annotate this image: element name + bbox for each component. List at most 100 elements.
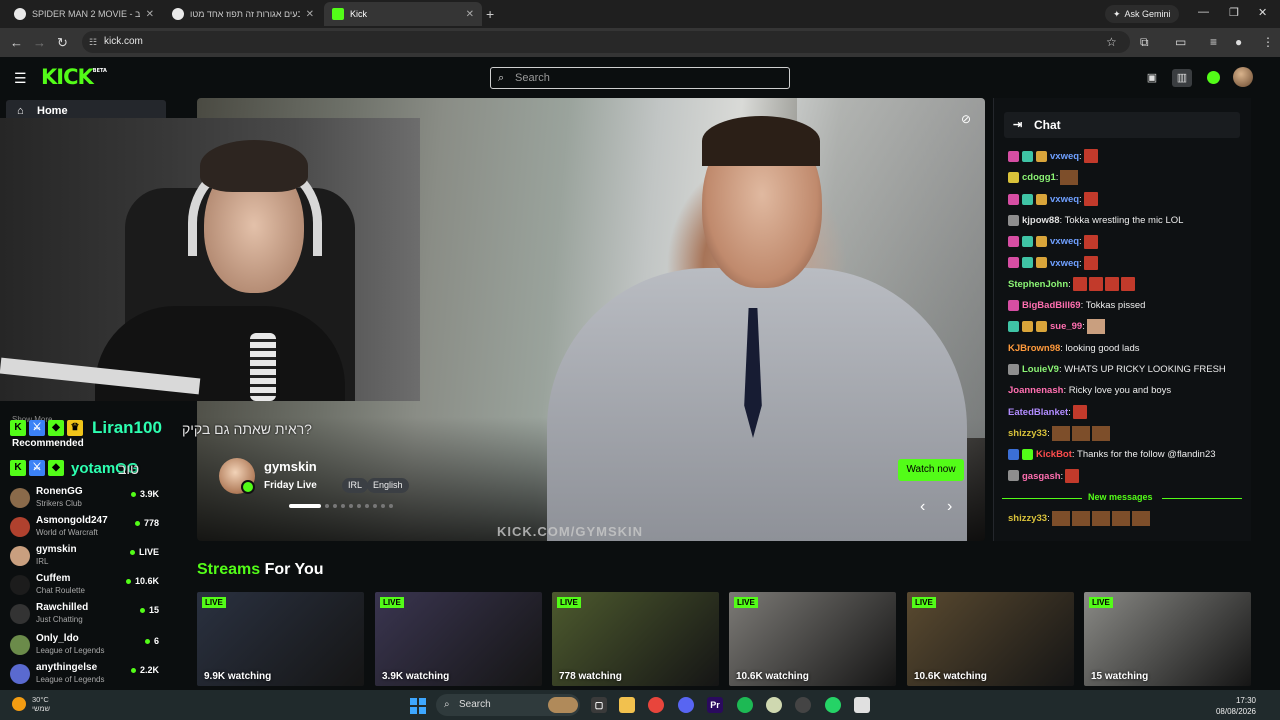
close-tab-icon[interactable]: ✕ bbox=[146, 9, 154, 20]
carousel-prev-icon[interactable]: ‹ bbox=[920, 498, 925, 516]
kick-coin-icon[interactable] bbox=[1207, 71, 1220, 84]
chat-username[interactable]: StephenJohn bbox=[1008, 279, 1068, 290]
browser-tab[interactable]: SPIDER MAN 2 MOVIE - חיפוש ב ✕ bbox=[6, 2, 162, 26]
stream-thumbnail[interactable]: LIVE 778 watching bbox=[552, 592, 719, 686]
chat-message[interactable]: shizzy33: bbox=[1008, 425, 1110, 442]
chat-message[interactable]: vxweq: bbox=[1008, 234, 1098, 250]
chat-username[interactable]: vxweq bbox=[1050, 258, 1079, 269]
clip-icon[interactable]: ▣ bbox=[1142, 69, 1162, 87]
minimize-icon[interactable]: — bbox=[1198, 6, 1209, 18]
chat-username[interactable]: EatedBlanket bbox=[1008, 407, 1068, 418]
discord-icon[interactable] bbox=[678, 697, 694, 713]
tag-english[interactable]: English bbox=[367, 478, 409, 493]
carousel-dot[interactable] bbox=[381, 504, 385, 508]
hamburger-menu-icon[interactable]: ☰ bbox=[14, 70, 27, 87]
close-window-icon[interactable]: ✕ bbox=[1258, 6, 1267, 19]
spotify-icon[interactable] bbox=[737, 697, 753, 713]
search-input[interactable]: ⌕ Search bbox=[490, 67, 790, 89]
chat-message[interactable]: Joannenash: Ricky love you and boys bbox=[1008, 383, 1171, 399]
stream-thumbnail[interactable]: LIVE 10.6K watching bbox=[907, 592, 1074, 686]
back-icon[interactable]: ← bbox=[10, 35, 23, 50]
carousel-dot[interactable] bbox=[341, 504, 345, 508]
ask-gemini-button[interactable]: ✦ Ask Gemini bbox=[1105, 5, 1179, 23]
carousel-next-icon[interactable]: › bbox=[947, 498, 952, 516]
new-messages-divider[interactable]: New messages bbox=[1002, 492, 1242, 504]
chrome-icon[interactable] bbox=[648, 697, 664, 713]
cast-icon[interactable]: ▭ bbox=[1175, 35, 1186, 49]
chat-message[interactable]: KJBrown98: looking good lads bbox=[1008, 341, 1140, 357]
sidebar-channel[interactable]: Asmongold247 World of Warcraft 778 bbox=[10, 514, 165, 542]
site-settings-icon[interactable]: ☷ bbox=[89, 31, 97, 53]
sidebar-channel[interactable]: Only_ldo League of Legends 6 bbox=[10, 632, 165, 660]
collapse-chat-icon[interactable]: ⇥ bbox=[1013, 112, 1022, 138]
menu-icon[interactable]: ⋮ bbox=[1262, 35, 1274, 49]
chat-message[interactable]: LouieV9: WHATS UP RICKY LOOKING FRESH bbox=[1008, 362, 1226, 378]
task-view-icon[interactable]: ▢ bbox=[591, 697, 607, 713]
sidebar-channel[interactable]: Rawchilled Just Chatting 15 bbox=[10, 601, 165, 629]
streamer-name[interactable]: gymskin bbox=[264, 459, 317, 474]
chat-username[interactable]: cdogg1 bbox=[1022, 172, 1056, 183]
carousel-dot[interactable] bbox=[357, 504, 361, 508]
chat-message[interactable]: kjpow88: Tokka wrestling the mic LOL bbox=[1008, 213, 1183, 229]
weather-widget[interactable]: 30°C שמשי bbox=[12, 695, 50, 713]
chat-message[interactable]: StephenJohn: bbox=[1008, 277, 1135, 293]
chat-message[interactable]: BigBadBill69: Tokkas pissed bbox=[1008, 298, 1145, 314]
carousel-dot[interactable] bbox=[325, 504, 329, 508]
sidebar-channel[interactable]: RonenGG Strikers Club 3.9K bbox=[10, 485, 165, 513]
tag-irl[interactable]: IRL bbox=[342, 478, 369, 493]
chat-message[interactable]: vxweq: bbox=[1008, 192, 1098, 208]
carousel-dot[interactable] bbox=[373, 504, 377, 508]
sidebar-channel[interactable]: gymskin IRL LIVE bbox=[10, 543, 165, 571]
chat-username[interactable]: shizzy33 bbox=[1008, 428, 1047, 439]
chat-username[interactable]: BigBadBill69 bbox=[1022, 300, 1081, 311]
stream-thumbnail[interactable]: LIVE 10.6K watching bbox=[729, 592, 896, 686]
close-tab-icon[interactable]: ✕ bbox=[466, 9, 474, 20]
chat-username[interactable]: Joannenash bbox=[1008, 385, 1063, 396]
news-widget-icon[interactable] bbox=[548, 697, 578, 713]
bookmark-star-icon[interactable]: ☆ bbox=[1106, 35, 1117, 49]
stream-thumbnail[interactable]: LIVE 15 watching bbox=[1084, 592, 1251, 686]
chat-username[interactable]: LouieV9 bbox=[1022, 364, 1059, 375]
carousel-dot[interactable] bbox=[365, 504, 369, 508]
whatsapp-icon[interactable] bbox=[825, 697, 841, 713]
carousel-dot[interactable] bbox=[289, 504, 321, 508]
profile-icon[interactable]: ● bbox=[1235, 35, 1242, 49]
forward-icon[interactable]: → bbox=[33, 35, 46, 50]
notepad-icon[interactable] bbox=[854, 697, 870, 713]
browser-tab[interactable]: שבעים אגורות זה תפוז אחד מטו ✕ bbox=[164, 2, 322, 26]
chat-message[interactable]: shizzy33: bbox=[1008, 511, 1150, 527]
pin-icon[interactable]: ⊘ bbox=[961, 112, 971, 126]
chat-username[interactable]: KickBot bbox=[1036, 449, 1072, 460]
chat-username[interactable]: sue_99 bbox=[1050, 321, 1082, 332]
chat-username[interactable]: shizzy33 bbox=[1008, 513, 1047, 524]
user-avatar[interactable] bbox=[1233, 67, 1253, 87]
carousel-dot[interactable] bbox=[389, 504, 393, 508]
chat-username[interactable]: kjpow88 bbox=[1022, 215, 1060, 226]
address-bar[interactable]: ☷ kick.com bbox=[82, 31, 1130, 53]
sidebar-channel[interactable]: Cuffem Chat Roulette 10.6K bbox=[10, 572, 165, 600]
stream-thumbnail[interactable]: LIVE 3.9K watching bbox=[375, 592, 542, 686]
carousel-dot[interactable] bbox=[349, 504, 353, 508]
app-icon[interactable] bbox=[766, 697, 782, 713]
system-clock[interactable]: 17:30 08/08/2026 bbox=[1216, 695, 1256, 717]
chat-username[interactable]: vxweq bbox=[1050, 194, 1079, 205]
reload-icon[interactable]: ↻ bbox=[57, 35, 68, 51]
layout-icon[interactable]: ▥ bbox=[1172, 69, 1192, 87]
chat-message[interactable]: gasgash: bbox=[1008, 468, 1080, 485]
chat-message[interactable]: vxweq: bbox=[1008, 149, 1098, 165]
chat-username[interactable]: vxweq bbox=[1050, 236, 1079, 247]
stream-thumbnail[interactable]: LIVE 9.9K watching bbox=[197, 592, 364, 686]
chat-message[interactable]: cdogg1: bbox=[1008, 170, 1079, 186]
chat-message[interactable]: KickBot: Thanks for the follow @flandin2… bbox=[1008, 447, 1216, 463]
browser-tab-active[interactable]: Kick ✕ bbox=[324, 2, 482, 26]
premiere-icon[interactable]: Pr bbox=[707, 697, 723, 713]
media-icon[interactable]: ≡ bbox=[1210, 35, 1217, 49]
chat-username[interactable]: KJBrown98 bbox=[1008, 343, 1060, 354]
chat-message[interactable]: vxweq: bbox=[1008, 255, 1098, 272]
file-explorer-icon[interactable] bbox=[619, 697, 635, 713]
maximize-icon[interactable]: ❐ bbox=[1229, 6, 1239, 19]
kick-logo[interactable]: KICKBETA bbox=[41, 65, 107, 89]
close-tab-icon[interactable]: ✕ bbox=[306, 9, 314, 20]
steam-icon[interactable] bbox=[795, 697, 811, 713]
chat-message[interactable]: sue_99: bbox=[1008, 319, 1105, 335]
